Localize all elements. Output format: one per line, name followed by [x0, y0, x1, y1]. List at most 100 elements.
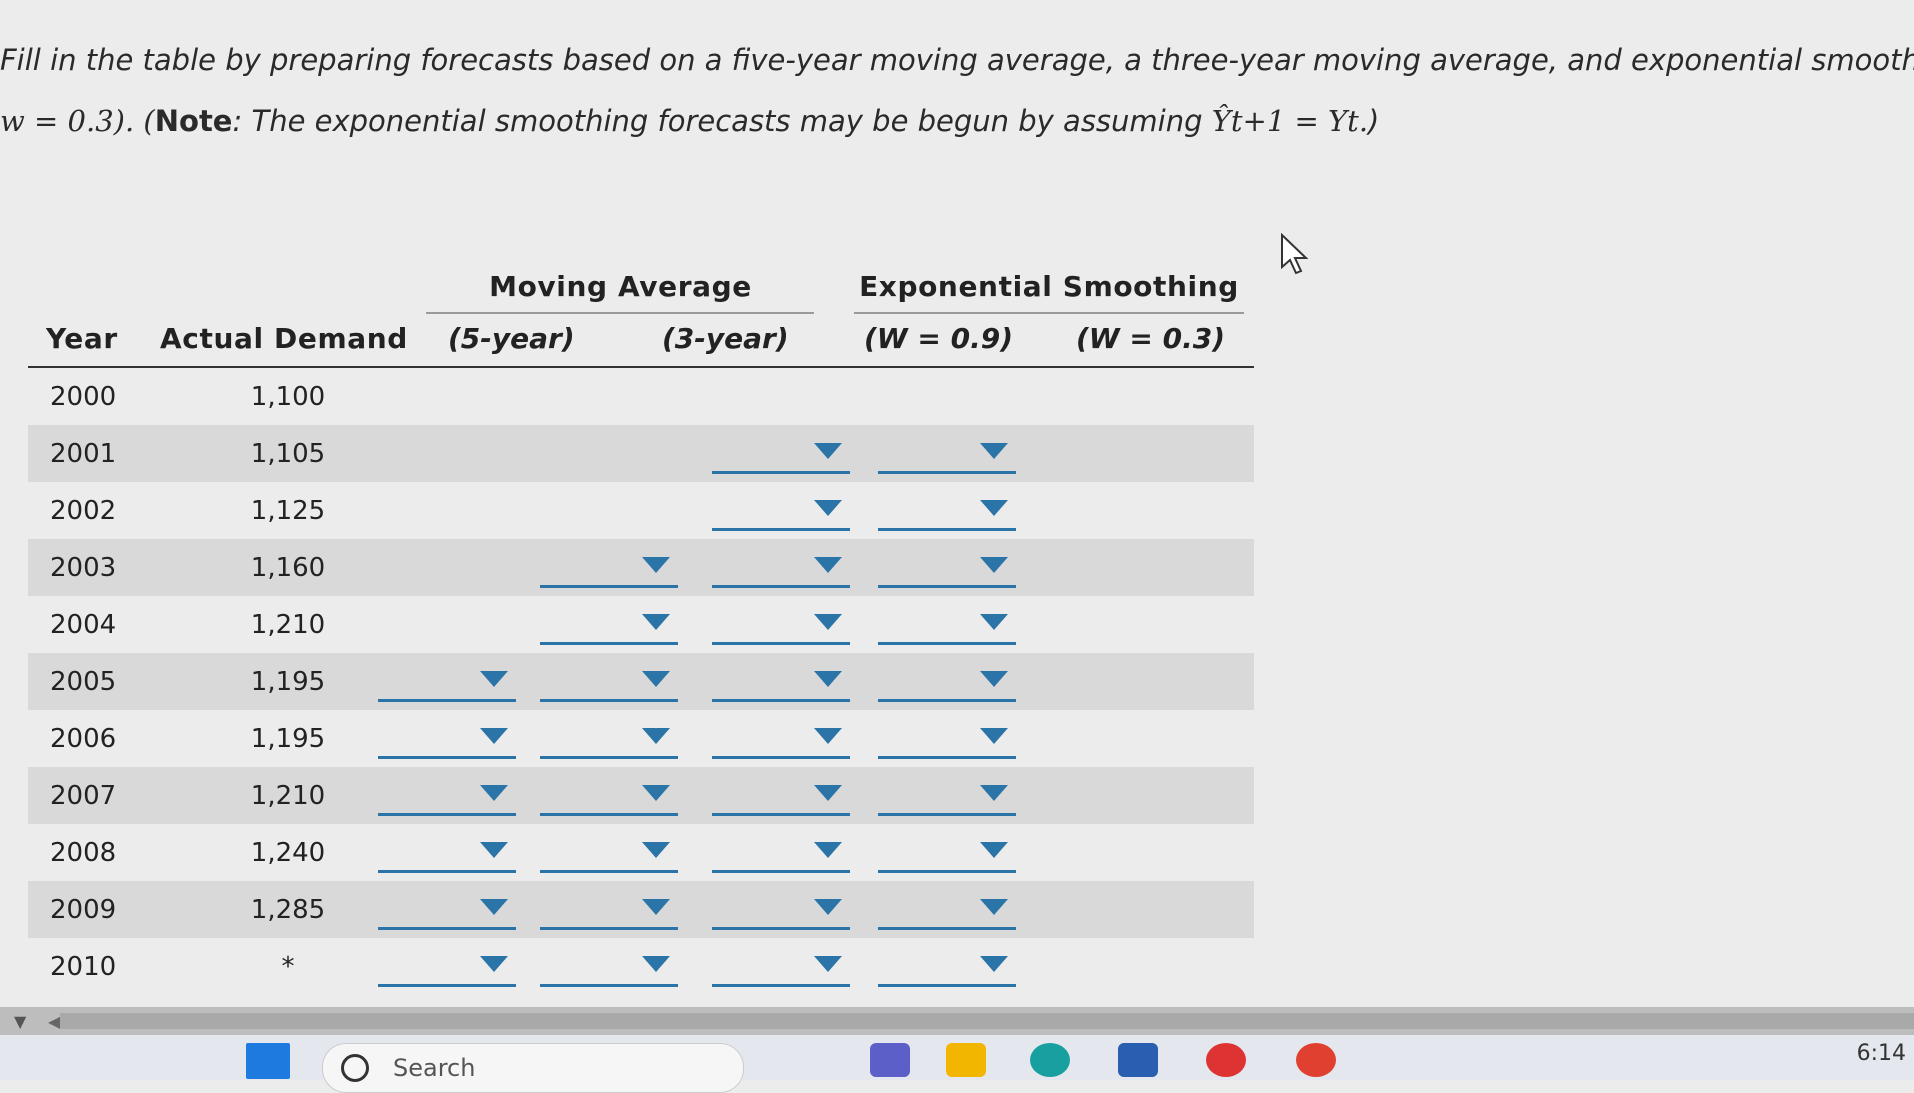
es03-forecast-dropdown[interactable]	[878, 553, 1016, 588]
year-cell: 2000	[50, 382, 117, 412]
chevron-down-icon	[642, 728, 670, 744]
es03-forecast-dropdown[interactable]	[878, 781, 1016, 816]
chevron-down-icon	[980, 614, 1008, 630]
table-row: 2001 1,105	[28, 425, 1254, 482]
question-line-2-end: )	[1368, 104, 1380, 138]
actual-demand-cell: 1,125	[250, 496, 326, 526]
chevron-down-icon	[980, 899, 1008, 915]
chevron-down-icon	[980, 443, 1008, 459]
chevron-down-icon	[980, 785, 1008, 801]
chevron-down-icon	[814, 443, 842, 459]
ma5-forecast-dropdown[interactable]	[378, 895, 516, 930]
chrome-icon[interactable]	[1206, 1043, 1246, 1077]
chevron-down-icon	[814, 899, 842, 915]
es09-forecast-dropdown[interactable]	[712, 667, 850, 702]
teams-icon[interactable]	[870, 1043, 910, 1077]
ma3-forecast-dropdown[interactable]	[540, 838, 678, 873]
es03-forecast-dropdown[interactable]	[878, 496, 1016, 531]
es09-forecast-dropdown[interactable]	[712, 781, 850, 816]
actual-demand-cell: 1,210	[250, 610, 326, 640]
table-row: 2004 1,210	[28, 596, 1254, 653]
store-icon[interactable]	[1118, 1043, 1158, 1077]
taskbar: Search 6:14	[0, 1035, 1914, 1093]
question-line-2-start: w = 0.3). (	[0, 104, 155, 138]
es09-forecast-dropdown[interactable]	[712, 610, 850, 645]
actual-demand-cell: 1,195	[250, 667, 326, 697]
ma3-forecast-dropdown[interactable]	[540, 724, 678, 759]
es03-forecast-dropdown[interactable]	[878, 667, 1016, 702]
es09-forecast-dropdown[interactable]	[712, 838, 850, 873]
taskbar-search[interactable]: Search	[322, 1043, 744, 1093]
horizontal-scrollbar[interactable]: ▼ ◀	[0, 1007, 1914, 1035]
chevron-down-icon	[814, 956, 842, 972]
es09-forecast-dropdown[interactable]	[712, 952, 850, 987]
es09-forecast-dropdown[interactable]	[712, 895, 850, 930]
question-note-text: : The exponential smoothing forecasts ma…	[232, 104, 1212, 138]
es03-forecast-dropdown[interactable]	[878, 610, 1016, 645]
chevron-down-icon	[980, 671, 1008, 687]
actual-demand-cell: 1,285	[250, 895, 326, 925]
question-line-1: Fill in the table by preparing forecasts…	[0, 43, 1914, 77]
chevron-down-icon	[814, 614, 842, 630]
chrome-profile-icon[interactable]	[1296, 1043, 1336, 1077]
es09-forecast-dropdown[interactable]	[712, 439, 850, 474]
exponential-smoothing-header: Exponential Smoothing	[859, 270, 1239, 303]
windows-start-icon[interactable]	[246, 1043, 290, 1079]
es03-forecast-dropdown[interactable]	[878, 439, 1016, 474]
ma5-forecast-dropdown[interactable]	[378, 838, 516, 873]
ma3-header: (3-year)	[662, 322, 789, 355]
ma3-forecast-dropdown[interactable]	[540, 952, 678, 987]
chevron-down-icon	[980, 956, 1008, 972]
es09-forecast-dropdown[interactable]	[712, 724, 850, 759]
table-row: 2002 1,125	[28, 482, 1254, 539]
ma3-forecast-dropdown[interactable]	[540, 781, 678, 816]
actual-demand-cell: 1,210	[250, 781, 326, 811]
scroll-thumb[interactable]	[60, 1013, 1914, 1029]
year-cell: 2006	[50, 724, 117, 754]
es03-forecast-dropdown[interactable]	[878, 838, 1016, 873]
chevron-down-icon	[980, 728, 1008, 744]
chevron-down-icon	[814, 842, 842, 858]
es09-forecast-dropdown[interactable]	[712, 496, 850, 531]
ma5-forecast-dropdown[interactable]	[378, 952, 516, 987]
scroll-left-icon[interactable]: ◀	[48, 1012, 60, 1031]
table-row: 2005 1,195	[28, 653, 1254, 710]
chevron-down-icon	[480, 842, 508, 858]
group-header-row: Moving Average Exponential Smoothing	[28, 262, 1254, 314]
actual-demand-cell: 1,105	[250, 439, 326, 469]
question-line-2: w = 0.3). (Note: The exponential smoothi…	[0, 91, 1914, 152]
actual-demand-cell: 1,160	[250, 553, 326, 583]
chevron-down-icon	[642, 842, 670, 858]
question-text: Fill in the table by preparing forecasts…	[0, 30, 1914, 152]
es03-forecast-dropdown[interactable]	[878, 895, 1016, 930]
ma3-forecast-dropdown[interactable]	[540, 610, 678, 645]
edge-icon[interactable]	[1030, 1043, 1070, 1077]
scroll-down-icon[interactable]: ▼	[14, 1012, 26, 1031]
ma5-header: (5-year)	[448, 322, 575, 355]
ma5-forecast-dropdown[interactable]	[378, 667, 516, 702]
year-cell: 2005	[50, 667, 117, 697]
file-explorer-icon[interactable]	[946, 1043, 986, 1077]
es09-forecast-dropdown[interactable]	[712, 553, 850, 588]
table-row: 2003 1,160	[28, 539, 1254, 596]
chevron-down-icon	[980, 500, 1008, 516]
chevron-down-icon	[814, 785, 842, 801]
year-cell: 2010	[50, 952, 117, 982]
note-label: Note	[154, 104, 233, 138]
cursor-icon	[1280, 232, 1310, 281]
ma3-forecast-dropdown[interactable]	[540, 553, 678, 588]
year-cell: 2002	[50, 496, 117, 526]
chevron-down-icon	[642, 899, 670, 915]
ma5-forecast-dropdown[interactable]	[378, 781, 516, 816]
chevron-down-icon	[814, 671, 842, 687]
es03-forecast-dropdown[interactable]	[878, 724, 1016, 759]
chevron-down-icon	[480, 671, 508, 687]
chevron-down-icon	[642, 956, 670, 972]
es03-forecast-dropdown[interactable]	[878, 952, 1016, 987]
chevron-down-icon	[642, 671, 670, 687]
ma3-forecast-dropdown[interactable]	[540, 667, 678, 702]
actual-demand-cell: 1,100	[250, 382, 326, 412]
ma3-forecast-dropdown[interactable]	[540, 895, 678, 930]
table-row: 2007 1,210	[28, 767, 1254, 824]
ma5-forecast-dropdown[interactable]	[378, 724, 516, 759]
